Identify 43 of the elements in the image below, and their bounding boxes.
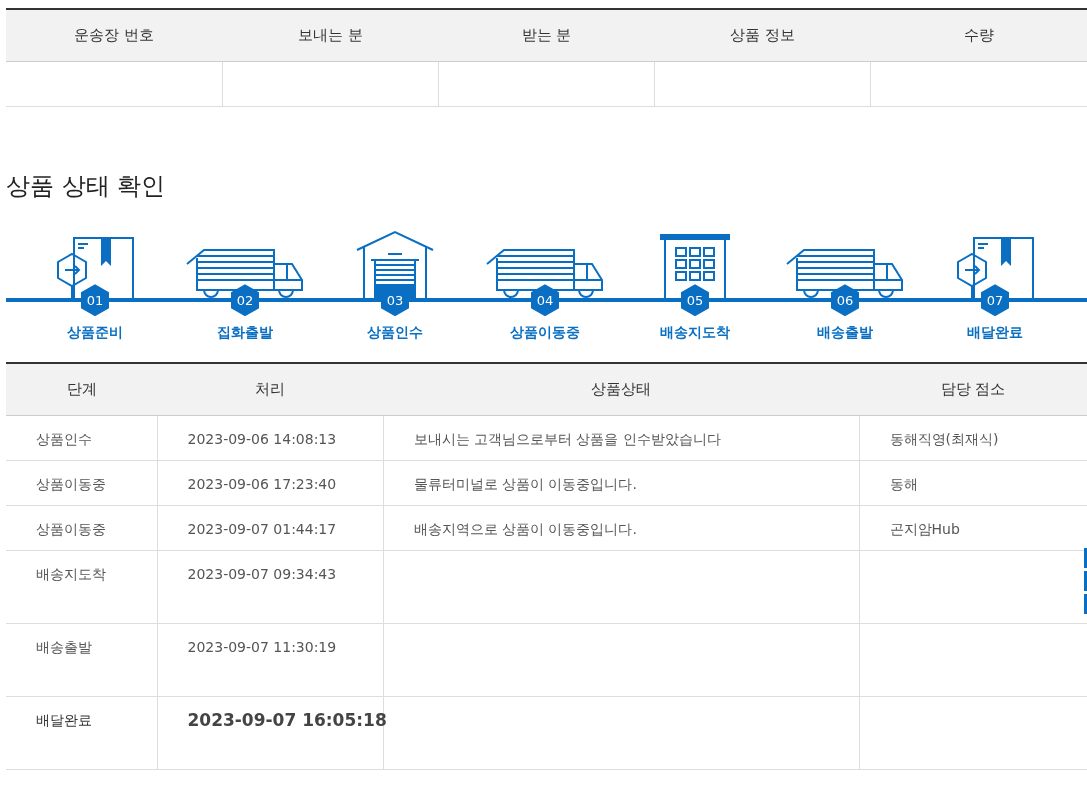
column-header: 운송장 번호	[6, 9, 223, 61]
step-label: 상품준비	[67, 323, 123, 343]
table-cell: 2023-09-07 09:34:43	[157, 550, 383, 624]
step-number: 06	[831, 284, 859, 317]
table-cell: 배송지역으로 상품이 이동중입니다.	[383, 505, 859, 551]
table-cell: 곤지암Hub	[859, 505, 1087, 551]
column-header: 단계	[6, 363, 157, 416]
step-label: 집화출발	[217, 323, 273, 343]
step-label: 상품이동중	[510, 323, 580, 343]
step-number: 07	[981, 284, 1009, 317]
column-header: 처리	[157, 363, 383, 416]
table-cell: 물류터미널로 상품이 이동중입니다.	[383, 460, 859, 506]
table-cell: 배달완료	[6, 696, 157, 770]
table-cell: 상품이동중	[6, 505, 157, 551]
table-cell: 2023-09-07 01:44:17	[157, 505, 383, 551]
column-header: 보내는 분	[222, 9, 439, 61]
side-tab[interactable]	[1084, 548, 1087, 568]
step-number: 01	[81, 284, 109, 317]
step-label: 배송지도착	[660, 323, 730, 343]
table-cell: 2023-09-06 14:08:13	[157, 415, 383, 461]
step-label: 배달완료	[967, 323, 1023, 343]
step-label: 배송출발	[817, 323, 873, 343]
column-header: 상품상태	[383, 363, 859, 416]
table-cell: 2023-09-07 11:30:19	[157, 623, 383, 697]
side-tab[interactable]	[1084, 571, 1087, 591]
column-header: 상품 정보	[654, 9, 871, 61]
step-label: 상품인수	[367, 323, 423, 343]
step-number: 05	[681, 284, 709, 317]
table-cell: 동해	[859, 460, 1087, 506]
table-cell: 2023-09-06 17:23:40	[157, 460, 383, 506]
step-number: 02	[231, 284, 259, 317]
table-cell: 상품이동중	[6, 460, 157, 506]
column-header: 수량	[870, 9, 1087, 61]
column-header: 받는 분	[438, 9, 655, 61]
step-number: 04	[531, 284, 559, 317]
section-title: 상품 상태 확인	[6, 171, 167, 201]
table-cell: 동해직영(최재식)	[859, 415, 1087, 461]
table-cell: 상품인수	[6, 415, 157, 461]
side-tab[interactable]	[1084, 594, 1087, 614]
table-cell: 배송지도착	[6, 550, 157, 624]
column-header: 담당 점소	[859, 363, 1087, 416]
table-cell: 배송출발	[6, 623, 157, 697]
table-cell: 보내시는 고객님으로부터 상품을 인수받았습니다	[383, 415, 859, 461]
